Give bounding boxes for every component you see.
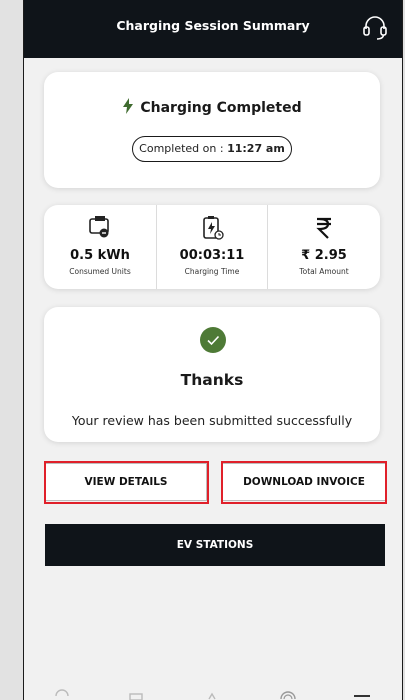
thanks-title: Thanks <box>180 371 244 389</box>
download-invoice-button[interactable]: DOWNLOAD INVOICE <box>222 463 386 501</box>
completed-label: Completed on : <box>139 142 228 155</box>
stat-consumed-units: 0.5 kWh Consumed Units <box>44 205 156 289</box>
consumed-units-value: 0.5 kWh <box>70 248 130 263</box>
ev-stations-button[interactable]: EV STATIONS <box>45 524 385 566</box>
stat-total-amount: ₹ 2.95 Total Amount <box>268 205 380 289</box>
status-title: Charging Completed <box>140 100 302 116</box>
home-icon[interactable] <box>54 686 70 700</box>
battery-timer-icon <box>203 216 224 240</box>
charging-status-card: Charging Completed Completed on : 11:27 … <box>44 72 380 188</box>
phone-screen: Charging Session Summary Charging Comple… <box>23 0 403 700</box>
session-stats-card: 0.5 kWh Consumed Units 00:03:11 Charging… <box>44 205 380 289</box>
lightning-bolt-icon <box>123 98 134 114</box>
rupee-icon <box>316 217 331 239</box>
review-thanks-card: Thanks Your review has been submitted su… <box>44 307 380 442</box>
charging-time-value: 00:03:11 <box>179 248 245 263</box>
location-icon[interactable] <box>204 686 220 700</box>
card-icon[interactable] <box>128 686 144 700</box>
top-bar: Charging Session Summary <box>24 0 402 58</box>
check-circle-icon <box>200 327 226 353</box>
review-success-message: Your review has been submitted successfu… <box>71 413 353 428</box>
charger-plug-icon <box>89 216 109 238</box>
completed-time-badge: Completed on : 11:27 am <box>132 136 292 162</box>
stat-charging-time: 00:03:11 Charging Time <box>156 205 268 289</box>
consumed-units-label: Consumed Units <box>69 267 131 276</box>
total-amount-value: ₹ 2.95 <box>301 248 347 263</box>
charging-time-label: Charging Time <box>184 267 240 276</box>
view-details-button[interactable]: VIEW DETAILS <box>45 463 207 501</box>
headset-icon[interactable] <box>362 14 388 42</box>
help-icon[interactable] <box>280 686 296 700</box>
menu-icon[interactable] <box>354 686 370 700</box>
completed-time: 11:27 am <box>227 142 285 155</box>
page-title: Charging Session Summary <box>116 18 310 33</box>
bottom-navigation <box>24 686 402 700</box>
total-amount-label: Total Amount <box>299 267 349 276</box>
